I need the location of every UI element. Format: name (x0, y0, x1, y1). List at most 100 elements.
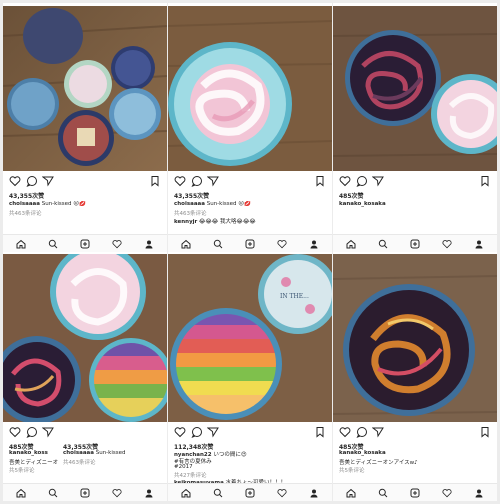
home-icon[interactable] (346, 239, 356, 249)
share-icon[interactable] (372, 426, 384, 438)
action-bar (339, 426, 491, 440)
add-post-icon[interactable] (245, 488, 255, 498)
caption-user[interactable]: choisaaaa (9, 201, 40, 207)
comment-line: kennyjr 😂😂😂 我大咯😂😂😂 (174, 217, 326, 225)
profile-icon[interactable] (474, 488, 484, 498)
post-photo[interactable]: IN THE... (168, 254, 332, 422)
caption-user[interactable]: kanako_kosaka (339, 450, 386, 456)
search-icon[interactable] (213, 239, 223, 249)
caption: kanako_koss (9, 450, 59, 456)
post-panel-5: IN THE... 112,348次赞 nyanchan22 いつの間に😍 #有… (168, 252, 332, 501)
search-icon[interactable] (48, 488, 58, 498)
bookmark-icon[interactable] (479, 175, 491, 187)
action-bar (174, 426, 326, 440)
bottom-nav (168, 234, 332, 252)
post-photo[interactable] (168, 6, 332, 171)
search-icon[interactable] (48, 239, 58, 249)
activity-icon[interactable] (442, 239, 452, 249)
home-icon[interactable] (181, 488, 191, 498)
add-post-icon[interactable] (80, 239, 90, 249)
profile-icon[interactable] (474, 239, 484, 249)
caption-text: 吾美とディズニーオンアイスw♪ (339, 460, 418, 466)
bookmark-icon[interactable] (314, 175, 326, 187)
heart-icon[interactable] (9, 175, 21, 187)
profile-icon[interactable] (144, 239, 154, 249)
action-bar (9, 426, 161, 440)
post-panel-3: 485次赞 kanako_kosaka (333, 3, 497, 252)
caption-text: Sun-kissed 😜💋 (41, 201, 86, 207)
bottom-nav (168, 483, 332, 501)
comment-text: 😂😂😂 我大咯😂😂😂 (199, 219, 256, 225)
post-photo[interactable] (3, 6, 167, 171)
home-icon[interactable] (181, 239, 191, 249)
add-post-icon[interactable] (410, 488, 420, 498)
action-bar (9, 175, 161, 189)
hashtag-line[interactable]: #2017 (174, 464, 326, 470)
home-icon[interactable] (346, 488, 356, 498)
comment-icon[interactable] (356, 175, 368, 187)
heart-icon[interactable] (174, 426, 186, 438)
comment-icon[interactable] (26, 175, 38, 187)
heart-icon[interactable] (339, 175, 351, 187)
bottom-nav (333, 483, 497, 501)
activity-icon[interactable] (277, 239, 287, 249)
bookmark-icon[interactable] (149, 175, 161, 187)
post-photo[interactable] (333, 254, 497, 422)
comment-icon[interactable] (191, 175, 203, 187)
post-photo[interactable] (333, 6, 497, 171)
overlay-caption-text: Sun-kissed (95, 450, 126, 456)
search-icon[interactable] (378, 488, 388, 498)
bookmark-icon[interactable] (479, 426, 491, 438)
home-icon[interactable] (16, 239, 26, 249)
activity-icon[interactable] (112, 488, 122, 498)
view-comments-link[interactable]: 共463条评论 (9, 209, 161, 217)
post-panel-6: 485次赞 kanako_kosaka 吾美とディズニーオンアイスw♪ 共5条评… (333, 252, 497, 501)
add-post-icon[interactable] (80, 488, 90, 498)
activity-icon[interactable] (442, 488, 452, 498)
bottom-nav (3, 234, 167, 252)
caption-user[interactable]: choisaaaa (174, 201, 205, 207)
activity-icon[interactable] (277, 488, 287, 498)
search-icon[interactable] (213, 488, 223, 498)
share-icon[interactable] (42, 426, 54, 438)
comment-icon[interactable] (191, 426, 203, 438)
overlay-caption-user[interactable]: choisaaaa (63, 450, 94, 456)
likes-count: 43,355次赞 (9, 193, 45, 200)
caption: choisaaaa Sun-kissed 😜💋 (9, 201, 161, 207)
overlay-caption: choisaaaa Sun-kissed (63, 450, 161, 456)
share-icon[interactable] (42, 175, 54, 187)
share-icon[interactable] (207, 175, 219, 187)
view-comments-link[interactable]: 共463条评论 (174, 209, 326, 217)
share-icon[interactable] (372, 175, 384, 187)
overlay-comments-link[interactable]: 共463条评论 (63, 458, 167, 466)
profile-icon[interactable] (309, 488, 319, 498)
heart-icon[interactable] (174, 175, 186, 187)
search-icon[interactable] (378, 239, 388, 249)
post-photo[interactable] (3, 254, 167, 422)
view-comments-link[interactable]: 共5条评论 (9, 466, 161, 474)
bottom-nav (333, 234, 497, 252)
action-bar (339, 175, 491, 189)
post-panel-2: 43,355次赞 choisaaaa Sun-kissed 😜💋 共463条评论… (168, 3, 332, 252)
home-icon[interactable] (16, 488, 26, 498)
add-post-icon[interactable] (245, 239, 255, 249)
activity-icon[interactable] (112, 239, 122, 249)
caption-text: Sun-kissed 😜💋 (206, 201, 251, 207)
share-icon[interactable] (207, 426, 219, 438)
comment-user[interactable]: kennyjr (174, 219, 197, 225)
caption-user[interactable]: kanako_koss (9, 450, 48, 456)
profile-icon[interactable] (144, 488, 154, 498)
profile-icon[interactable] (309, 239, 319, 249)
comment-icon[interactable] (356, 426, 368, 438)
bookmark-icon[interactable] (314, 426, 326, 438)
post-panel-4: 485次赞 43,355次赞 kanako_koss choisaaaa Sun… (3, 252, 167, 501)
caption-more: 吾美とディズニーオンアイスw♪ …更多 (9, 460, 59, 466)
add-post-icon[interactable] (410, 239, 420, 249)
caption: kanako_kosaka (339, 450, 491, 456)
heart-icon[interactable] (9, 426, 21, 438)
comment-icon[interactable] (26, 426, 38, 438)
heart-icon[interactable] (339, 426, 351, 438)
view-comments-link[interactable]: 共5条评论 (339, 466, 491, 474)
tin-label: IN THE... (280, 293, 309, 300)
caption-user[interactable]: kanako_kosaka (339, 201, 386, 207)
